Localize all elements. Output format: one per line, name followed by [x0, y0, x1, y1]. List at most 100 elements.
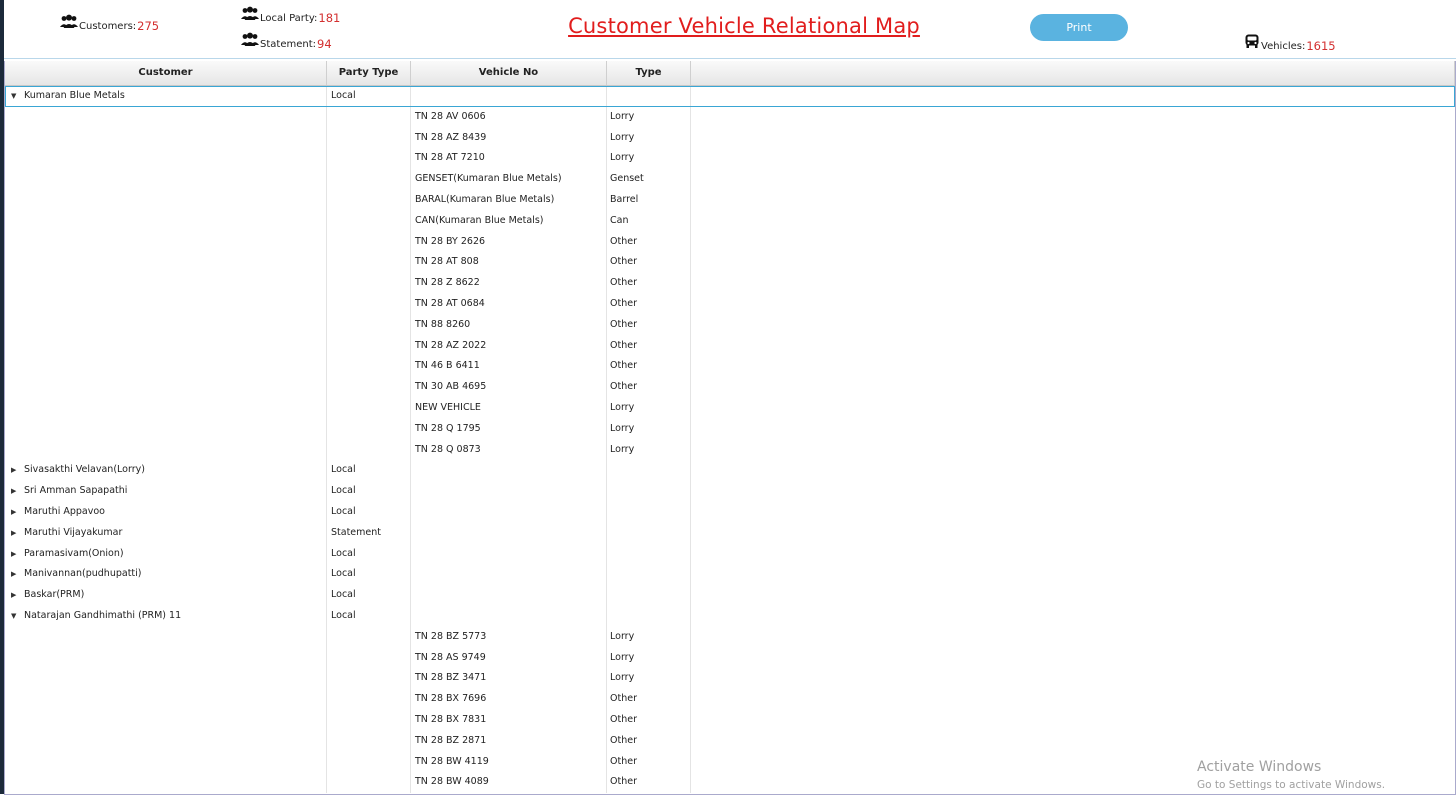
- table-row[interactable]: TN 28 BX 7696 Other: [5, 689, 1455, 710]
- column-header-customer[interactable]: Customer: [5, 61, 327, 85]
- cell-type: [607, 460, 691, 482]
- table-row[interactable]: TN 28 Q 1795 Lorry: [5, 418, 1455, 440]
- cell-vehicle-no: TN 28 AZ 2022: [411, 335, 607, 357]
- cell-party-type: [327, 647, 411, 669]
- users-group-icon: [60, 14, 78, 33]
- vehicles-stat: Vehicles: 1615: [1244, 34, 1336, 53]
- cell-filler: [691, 356, 1455, 377]
- collapsed-arrow-icon[interactable]: ▶: [11, 544, 24, 565]
- cell-filler: [691, 377, 1455, 398]
- cell-party-type: [327, 418, 411, 440]
- table-row[interactable]: TN 28 AZ 8439 Lorry: [5, 127, 1455, 149]
- table-row[interactable]: TN 28 Z 8622 Other: [5, 273, 1455, 294]
- table-row[interactable]: ▶ Maruthi Vijayakumar Statement: [5, 522, 1455, 544]
- cell-type: Other: [607, 252, 691, 274]
- cell-type: [607, 605, 691, 627]
- table-row[interactable]: ▶ Paramasivam(Onion) Local: [5, 543, 1455, 565]
- collapsed-arrow-icon[interactable]: ▶: [11, 481, 24, 502]
- expanded-arrow-icon[interactable]: ▼: [11, 86, 24, 107]
- cell-party-type: [327, 626, 411, 648]
- table-row[interactable]: TN 28 BY 2626 Other: [5, 231, 1455, 253]
- table-row[interactable]: TN 28 AT 0684 Other: [5, 293, 1455, 315]
- cell-type: [607, 501, 691, 523]
- table-row[interactable]: ▶ Manivannan(pudhupatti) Local: [5, 564, 1455, 586]
- table-row[interactable]: TN 28 AT 808 Other: [5, 252, 1455, 274]
- table-row[interactable]: TN 28 AV 0606 Lorry: [5, 106, 1455, 128]
- table-row[interactable]: TN 46 B 6411 Other: [5, 356, 1455, 378]
- table-row[interactable]: ▶ Sri Amman Sapapathi Local: [5, 481, 1455, 502]
- cell-party-type: [327, 252, 411, 274]
- table-row[interactable]: NEW VEHICLE Lorry: [5, 397, 1455, 419]
- cell-type: Other: [607, 335, 691, 357]
- cell-type: Lorry: [607, 397, 691, 419]
- cell-type: Lorry: [607, 106, 691, 128]
- column-header-vehicle-no[interactable]: Vehicle No: [411, 61, 607, 85]
- table-row[interactable]: TN 28 AT 7210 Lorry: [5, 148, 1455, 170]
- table-row[interactable]: TN 28 BX 7831 Other: [5, 709, 1455, 731]
- cell-filler: [691, 294, 1455, 315]
- table-row[interactable]: ▶ Baskar(PRM) Local: [5, 585, 1455, 606]
- cell-customer: ▶ Sivasakthi Velavan(Lorry): [5, 460, 327, 482]
- cell-customer: [5, 293, 327, 315]
- column-header-party-type[interactable]: Party Type: [327, 61, 411, 85]
- table-row[interactable]: TN 28 BZ 5773 Lorry: [5, 626, 1455, 648]
- table-row[interactable]: CAN(Kumaran Blue Metals) Can: [5, 210, 1455, 232]
- table-row[interactable]: ▼ Kumaran Blue Metals Local: [5, 86, 1455, 107]
- cell-vehicle-no: TN 28 Z 8622: [411, 273, 607, 294]
- table-row[interactable]: BARAL(Kumaran Blue Metals) Barrel: [5, 189, 1455, 211]
- cell-party-type: [327, 689, 411, 710]
- cell-party-type: [327, 356, 411, 378]
- collapsed-arrow-icon[interactable]: ▶: [11, 585, 24, 606]
- local-party-count: 181: [318, 11, 341, 25]
- collapsed-arrow-icon[interactable]: ▶: [11, 502, 24, 523]
- statement-stat: Statement: 94: [241, 32, 332, 51]
- collapsed-arrow-icon[interactable]: ▶: [11, 523, 24, 544]
- cell-filler: [691, 252, 1455, 273]
- table-row[interactable]: TN 30 AB 4695 Other: [5, 377, 1455, 398]
- cell-filler: [691, 648, 1455, 669]
- table-row[interactable]: TN 28 Q 0873 Lorry: [5, 439, 1455, 461]
- table-row[interactable]: ▶ Sivasakthi Velavan(Lorry) Local: [5, 460, 1455, 482]
- cell-party-type: [327, 397, 411, 419]
- cell-type: Other: [607, 709, 691, 731]
- cell-customer: [5, 314, 327, 336]
- local-party-label: Local Party:: [260, 13, 318, 24]
- column-header-type[interactable]: Type: [607, 61, 691, 85]
- table-row[interactable]: TN 88 8260 Other: [5, 314, 1455, 336]
- table-row[interactable]: ▼ Natarajan Gandhimathi (PRM) 11 Local: [5, 605, 1455, 627]
- print-button[interactable]: Print: [1030, 14, 1128, 41]
- expanded-arrow-icon[interactable]: ▼: [11, 606, 24, 627]
- cell-type: Other: [607, 231, 691, 253]
- table-row[interactable]: GENSET(Kumaran Blue Metals) Genset: [5, 169, 1455, 190]
- cell-vehicle-no: GENSET(Kumaran Blue Metals): [411, 169, 607, 190]
- customer-name: Manivannan(pudhupatti): [24, 568, 142, 580]
- cell-vehicle-no: [411, 585, 607, 606]
- table-row[interactable]: ▶ Maruthi Appavoo Local: [5, 501, 1455, 523]
- cell-vehicle-no: [411, 522, 607, 544]
- cell-filler: [691, 731, 1455, 752]
- cell-customer: [5, 751, 327, 773]
- cell-type: [607, 585, 691, 606]
- users-group-icon: [241, 6, 259, 25]
- table-row[interactable]: TN 28 BZ 3471 Lorry: [5, 668, 1455, 690]
- cell-party-type: Local: [327, 481, 411, 502]
- cell-vehicle-no: [411, 481, 607, 502]
- customer-vehicle-tree-table[interactable]: Customer Party Type Vehicle No Type ▼ Kum…: [4, 61, 1456, 795]
- cell-filler: [691, 668, 1455, 689]
- local-party-stat: Local Party: 181: [241, 6, 340, 25]
- table-row[interactable]: TN 28 AZ 2022 Other: [5, 335, 1455, 357]
- cell-filler: [691, 336, 1455, 357]
- cell-filler: [691, 544, 1455, 565]
- cell-vehicle-no: TN 28 AT 808: [411, 252, 607, 274]
- cell-vehicle-no: TN 28 Q 1795: [411, 418, 607, 440]
- table-row[interactable]: TN 28 BZ 2871 Other: [5, 730, 1455, 752]
- collapsed-arrow-icon[interactable]: ▶: [11, 564, 24, 585]
- cell-party-type: [327, 293, 411, 315]
- cell-customer: [5, 397, 327, 419]
- cell-type: Can: [607, 210, 691, 232]
- cell-customer: ▶ Sri Amman Sapapathi: [5, 481, 327, 502]
- cell-filler: [691, 86, 1455, 107]
- cell-party-type: Local: [327, 585, 411, 606]
- table-row[interactable]: TN 28 AS 9749 Lorry: [5, 647, 1455, 669]
- collapsed-arrow-icon[interactable]: ▶: [11, 460, 24, 481]
